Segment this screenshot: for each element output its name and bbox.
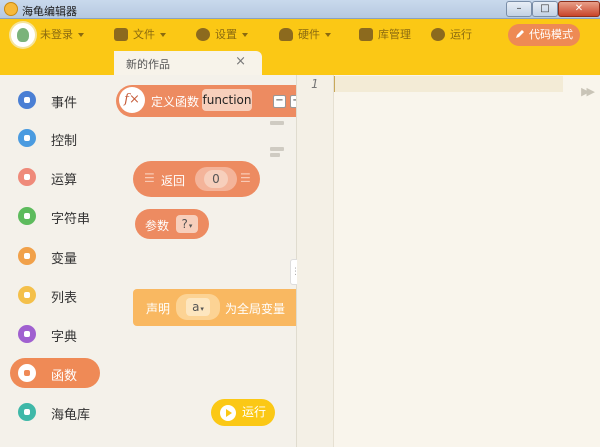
file-menu-label: 文件 <box>133 28 155 41</box>
chevron-down-icon: ▾ <box>200 305 204 313</box>
chevron-down-icon: ▾ <box>188 222 193 230</box>
category-control[interactable]: 控制 <box>10 123 100 153</box>
maximize-button[interactable]: □ <box>532 1 558 17</box>
window-title: 海龟编辑器 <box>22 5 77 18</box>
operators-icon <box>18 168 36 186</box>
tab-new-project[interactable]: 新的作品 × <box>114 51 262 75</box>
category-label: 字典 <box>51 330 78 345</box>
param-value: ? <box>181 217 188 231</box>
category-dictionary[interactable]: 字典 <box>10 319 100 349</box>
pencil-icon <box>516 30 524 38</box>
define-function-block[interactable]: f× 定义函数 function − + <box>116 85 296 117</box>
add-param-button[interactable]: + <box>290 95 296 108</box>
declare-var-socket: a▾ <box>176 294 220 320</box>
return-block[interactable]: ☰ 返回 0 ☰ <box>133 161 260 197</box>
return-label: 返回 <box>161 174 186 188</box>
category-label: 海龟库 <box>51 408 91 423</box>
hardware-icon <box>279 27 293 41</box>
close-window-button[interactable]: ✕ <box>558 1 600 17</box>
functions-icon <box>18 364 36 382</box>
hardware-menu[interactable]: 硬件 <box>279 19 331 51</box>
user-login-menu[interactable]: 未登录 <box>40 19 84 51</box>
events-icon <box>18 91 36 109</box>
tab-strip <box>0 51 600 75</box>
play-icon <box>220 405 236 421</box>
category-operators[interactable]: 运算 <box>10 162 100 192</box>
play-icon <box>431 27 445 41</box>
line-number: 1 <box>311 77 319 91</box>
category-label: 事件 <box>51 96 78 111</box>
collapse-panel-icon[interactable]: ▶▶ <box>581 85 595 98</box>
category-variables[interactable]: 变量 <box>10 241 100 271</box>
code-editor[interactable]: 1 ▶▶ <box>297 75 600 447</box>
parameter-block[interactable]: 参数 ?▾ <box>135 209 209 239</box>
control-icon <box>18 129 36 147</box>
dictionary-icon <box>18 325 36 343</box>
library-icon <box>359 27 373 41</box>
library-manager-button[interactable]: 库管理 <box>359 19 411 51</box>
settings-menu-label: 设置 <box>215 28 237 41</box>
chevron-down-icon <box>78 33 84 37</box>
app-logo-icon <box>4 2 18 16</box>
settings-menu[interactable]: 设置 <box>196 19 248 51</box>
run-menu-label: 运行 <box>450 28 472 41</box>
category-label: 列表 <box>51 291 78 306</box>
declare-label: 声明 <box>146 302 171 316</box>
category-events[interactable]: 事件 <box>10 85 100 115</box>
block-palette: f× 定义函数 function − + ☰ 返回 0 ☰ 参数 ?▾ 声明 a… <box>108 75 297 447</box>
run-menu-button[interactable]: 运行 <box>431 19 472 51</box>
category-sidebar: 事件 控制 运算 字符串 变量 列表 字典 函数 海龟库 <box>0 75 108 447</box>
remove-param-button[interactable]: − <box>273 95 286 108</box>
library-manager-label: 库管理 <box>378 28 411 41</box>
function-fx-icon: f× <box>119 87 145 113</box>
drag-handle-icon: ☰ <box>144 171 155 185</box>
variables-icon <box>18 247 36 265</box>
param-dropdown[interactable]: ?▾ <box>176 215 198 233</box>
turtle-icon <box>18 403 36 421</box>
chevron-down-icon <box>325 33 331 37</box>
current-line-highlight <box>334 76 563 92</box>
file-menu[interactable]: 文件 <box>114 19 166 51</box>
declare-var-dropdown[interactable]: a▾ <box>186 298 210 316</box>
lists-icon <box>18 286 36 304</box>
code-mode-label: 代码模式 <box>529 28 573 41</box>
align-icon[interactable] <box>270 147 284 151</box>
declare-var-value: a <box>192 300 200 314</box>
category-label: 控制 <box>51 134 78 149</box>
category-lists[interactable]: 列表 <box>10 280 100 310</box>
category-turtle-library[interactable]: 海龟库 <box>10 397 100 427</box>
category-label: 字符串 <box>51 212 91 227</box>
minimize-button[interactable]: – <box>506 1 532 17</box>
return-value-field[interactable]: 0 <box>204 170 228 188</box>
return-value-socket: 0 <box>195 167 237 191</box>
strings-icon <box>18 207 36 225</box>
category-label: 函数 <box>51 369 78 384</box>
user-status: 未登录 <box>40 28 73 41</box>
align-icon-line <box>270 153 280 157</box>
line-gutter: 1 <box>297 75 334 447</box>
function-name-field[interactable]: function <box>202 89 252 111</box>
chevron-down-icon <box>160 33 166 37</box>
category-label: 运算 <box>51 173 78 188</box>
zoom-icon[interactable] <box>270 121 284 125</box>
category-label: 变量 <box>51 252 78 267</box>
hardware-menu-label: 硬件 <box>298 28 320 41</box>
run-button[interactable]: 运行 <box>211 399 275 426</box>
category-functions[interactable]: 函数 <box>10 358 100 388</box>
code-mode-button[interactable]: 代码模式 <box>508 24 580 46</box>
chevron-down-icon <box>242 33 248 37</box>
declare-global-block[interactable]: 声明 a▾ 为全局变量 <box>133 289 296 326</box>
param-label: 参数 <box>145 219 170 233</box>
tab-label: 新的作品 <box>126 58 170 71</box>
title-bar: 海龟编辑器 – □ ✕ <box>0 0 600 19</box>
run-button-label: 运行 <box>242 405 267 419</box>
avatar[interactable] <box>11 23 35 47</box>
define-function-label: 定义函数 <box>151 95 200 109</box>
drag-handle-icon: ☰ <box>240 171 251 185</box>
close-icon[interactable]: × <box>235 55 246 69</box>
category-strings[interactable]: 字符串 <box>10 201 100 231</box>
declare-suffix-label: 为全局变量 <box>225 302 286 316</box>
gear-icon <box>196 27 210 41</box>
folder-icon <box>114 27 128 41</box>
